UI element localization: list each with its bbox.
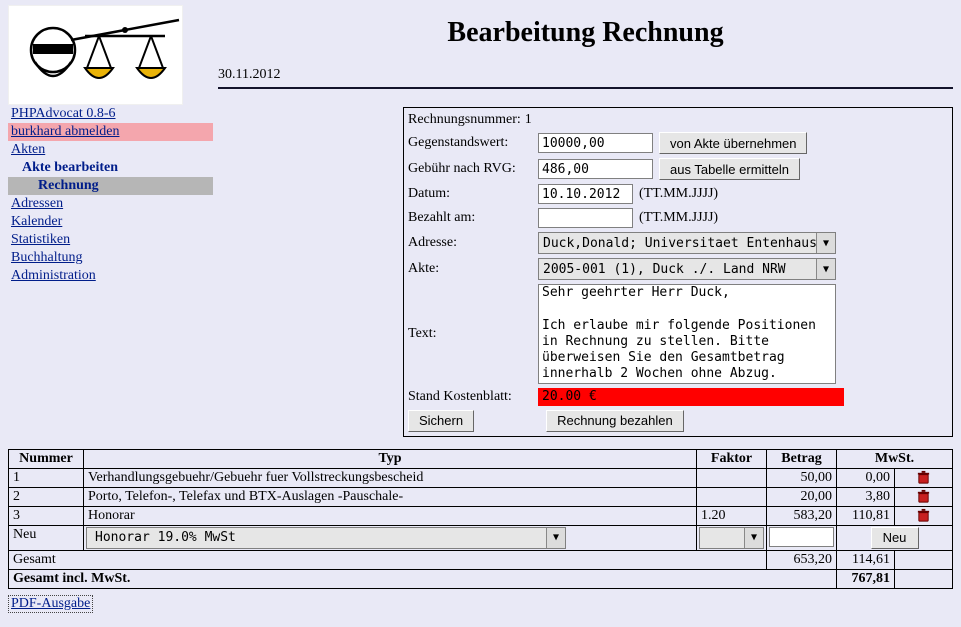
- bezahlt-input[interactable]: [538, 208, 633, 228]
- sidebar-item-kalender[interactable]: Kalender: [8, 213, 213, 231]
- th-faktor: Faktor: [697, 449, 767, 468]
- chevron-down-icon[interactable]: ▼: [816, 233, 835, 253]
- rechnr-label: Rechnungsnummer:: [408, 112, 521, 128]
- trash-icon[interactable]: [916, 489, 931, 504]
- sidebar-item-statistiken[interactable]: Statistiken: [8, 231, 213, 249]
- sidebar-item-administration[interactable]: Administration: [8, 267, 213, 285]
- sidebar-item-akten[interactable]: Akten: [8, 141, 213, 159]
- datum-hint: (TT.MM.JJJJ): [639, 186, 718, 202]
- new-betrag-input[interactable]: [769, 527, 834, 547]
- text-textarea[interactable]: [538, 284, 836, 384]
- table-row: 3 Honorar 1.20 583,20 110,81: [9, 506, 953, 525]
- text-label: Text:: [408, 326, 538, 342]
- gegenwert-label: Gegenstandswert:: [408, 135, 538, 151]
- pay-invoice-button[interactable]: Rechnung bezahlen: [546, 410, 684, 432]
- header-date: 30.11.2012: [218, 67, 953, 83]
- datum-input[interactable]: [538, 184, 633, 204]
- kosten-label: Stand Kostenblatt:: [408, 389, 538, 405]
- th-typ: Typ: [84, 449, 697, 468]
- th-nummer: Nummer: [9, 449, 84, 468]
- adresse-label: Adresse:: [408, 235, 538, 251]
- app-logo: [8, 5, 183, 105]
- new-faktor-select[interactable]: ▼: [699, 527, 764, 549]
- invoice-form: Rechnungsnummer: 1 Gegenstandswert: von …: [403, 107, 953, 437]
- table-row: 2 Porto, Telefon-, Telefax und BTX-Ausla…: [9, 487, 953, 506]
- datum-label: Datum:: [408, 186, 538, 202]
- rvg-label: Gebühr nach RVG:: [408, 161, 538, 177]
- header-separator: [218, 87, 953, 89]
- line-items-table: Nummer Typ Faktor Betrag MwSt. 1 Verhand…: [8, 449, 953, 589]
- app-version-link[interactable]: PHPAdvocat 0.8-6: [8, 105, 213, 123]
- chevron-down-icon[interactable]: ▼: [816, 259, 835, 279]
- akte-label: Akte:: [408, 261, 538, 277]
- sum-row: Gesamt 653,20 114,61: [9, 550, 953, 569]
- bezahlt-label: Bezahlt am:: [408, 210, 538, 226]
- chevron-down-icon[interactable]: ▼: [744, 528, 763, 548]
- total-row: Gesamt incl. MwSt. 767,81: [9, 569, 953, 588]
- new-typ-select[interactable]: Honorar 19.0% MwSt ▼: [86, 527, 566, 549]
- add-item-button[interactable]: Neu: [871, 527, 919, 549]
- kosten-value: 20.00 €: [538, 388, 844, 406]
- trash-icon[interactable]: [916, 508, 931, 523]
- rvg-input[interactable]: [538, 159, 653, 179]
- sidebar-item-rechnung[interactable]: Rechnung: [8, 177, 213, 195]
- sidebar: PHPAdvocat 0.8-6 burkhard abmelden Akten…: [8, 105, 213, 285]
- sidebar-item-adressen[interactable]: Adressen: [8, 195, 213, 213]
- th-betrag: Betrag: [767, 449, 837, 468]
- gegenwert-from-file-button[interactable]: von Akte übernehmen: [659, 132, 807, 154]
- adresse-select[interactable]: Duck,Donald; Universitaet Entenhausen ▼: [538, 232, 836, 254]
- new-item-row: Neu Honorar 19.0% MwSt ▼ ▼ Neu: [9, 525, 953, 550]
- bezahlt-hint: (TT.MM.JJJJ): [639, 210, 718, 226]
- chevron-down-icon[interactable]: ▼: [546, 528, 565, 548]
- sidebar-item-akte-bearbeiten[interactable]: Akte bearbeiten: [8, 159, 213, 177]
- akte-select[interactable]: 2005-001 (1), Duck ./. Land NRW ▼: [538, 258, 836, 280]
- logout-link[interactable]: burkhard abmelden: [8, 123, 213, 141]
- sidebar-item-buchhaltung[interactable]: Buchhaltung: [8, 249, 213, 267]
- page-title: Bearbeitung Rechnung: [218, 17, 953, 49]
- table-row: 1 Verhandlungsgebuehr/Gebuehr fuer Volls…: [9, 468, 953, 487]
- save-button[interactable]: Sichern: [408, 410, 474, 432]
- pdf-export-link[interactable]: PDF-Ausgabe: [8, 595, 93, 613]
- th-mwst: MwSt.: [837, 449, 953, 468]
- rechnr-value: 1: [525, 112, 532, 128]
- gegenwert-input[interactable]: [538, 133, 653, 153]
- rvg-lookup-button[interactable]: aus Tabelle ermitteln: [659, 158, 800, 180]
- trash-icon[interactable]: [916, 470, 931, 485]
